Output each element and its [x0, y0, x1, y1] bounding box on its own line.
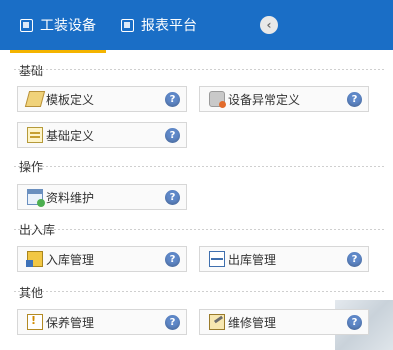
tab-report-platform[interactable]: 报表平台 — [121, 0, 197, 50]
section-divider — [14, 166, 385, 167]
section-divider — [14, 291, 385, 292]
help-icon[interactable]: ? — [165, 252, 180, 267]
menu-item-label: 资料维护 — [46, 190, 95, 205]
maintenance-warning-icon — [27, 314, 43, 330]
window-add-icon — [27, 189, 45, 207]
stock-in-icon — [26, 251, 43, 267]
pencil-icon — [24, 91, 46, 107]
tab-label: 工装设备 — [40, 18, 96, 34]
help-icon[interactable]: ? — [347, 252, 362, 267]
menu-item-label: 模板定义 — [46, 92, 95, 107]
window-icon — [20, 18, 33, 32]
help-icon[interactable]: ? — [165, 315, 180, 330]
help-icon[interactable]: ? — [165, 190, 180, 205]
help-icon[interactable]: ? — [347, 92, 362, 107]
repair-icon — [209, 314, 225, 330]
menu-item-basic-definition[interactable]: 基础定义 ? — [17, 122, 187, 148]
tab-tooling-equipment[interactable]: 工装设备 — [20, 0, 96, 50]
window-icon — [121, 18, 134, 32]
help-icon[interactable]: ? — [165, 92, 180, 107]
tab-label: 报表平台 — [141, 18, 197, 34]
section-divider — [14, 229, 385, 230]
menu-item-equipment-exception-definition[interactable]: 设备异常定义 ? — [199, 86, 369, 112]
menu-item-label: 维修管理 — [228, 315, 277, 330]
help-icon[interactable]: ? — [165, 128, 180, 143]
menu-item-label: 设备异常定义 — [228, 92, 301, 107]
collapse-button[interactable]: ‹ — [260, 16, 278, 34]
active-tab-indicator — [10, 50, 106, 53]
stock-out-icon — [209, 251, 225, 267]
help-icon[interactable]: ? — [347, 315, 362, 330]
section-title-other: 其他 — [19, 286, 44, 300]
menu-item-label: 基础定义 — [46, 128, 95, 143]
section-title-basic: 基础 — [19, 64, 44, 78]
menu-item-repair-management[interactable]: 维修管理 ? — [199, 309, 369, 335]
menu-item-template-definition[interactable]: 模板定义 ? — [17, 86, 187, 112]
menu-item-label: 出库管理 — [228, 252, 277, 267]
chevron-left-icon: ‹ — [266, 18, 272, 32]
menu-item-stock-in-management[interactable]: 入库管理 ? — [17, 246, 187, 272]
menu-item-data-maintenance[interactable]: 资料维护 ? — [17, 184, 187, 210]
top-nav-bar: 工装设备 报表平台 ‹ — [0, 0, 393, 50]
section-divider — [14, 69, 385, 70]
menu-item-label: 保养管理 — [46, 315, 95, 330]
menu-item-maintenance-management[interactable]: 保养管理 ? — [17, 309, 187, 335]
gear-warning-icon — [209, 91, 226, 108]
form-icon — [27, 127, 43, 143]
menu-item-stock-out-management[interactable]: 出库管理 ? — [199, 246, 369, 272]
menu-item-label: 入库管理 — [46, 252, 95, 267]
